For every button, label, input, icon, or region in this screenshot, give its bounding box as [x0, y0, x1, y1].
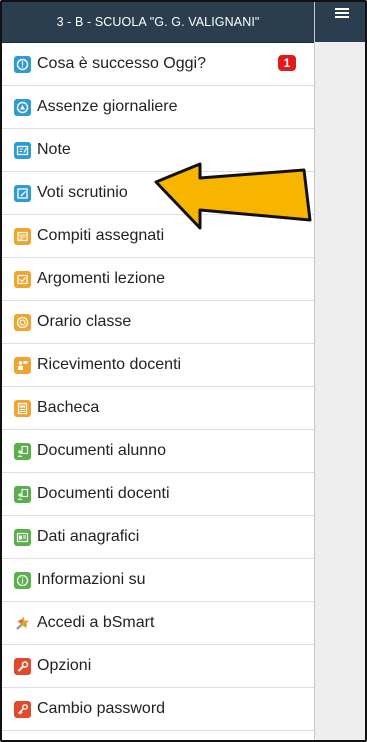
menu-item-cambio-password[interactable]: Cambio password [2, 688, 314, 731]
class-school-title: 3 - B - SCUOLA "G. G. VALIGNANI" [2, 2, 314, 43]
alert-icon [14, 55, 31, 73]
menu-list: Cosa è successo Oggi? 1 Assenze giornali… [2, 43, 314, 731]
menu-item-label: Cambio password [37, 700, 166, 717]
hamburger-menu-icon[interactable] [335, 8, 349, 18]
menu-item-label: Ricevimento docenti [37, 356, 182, 373]
key-icon [14, 700, 31, 718]
menu-item-accedi-a-bsmart[interactable]: Accedi a bSmart [2, 602, 314, 645]
menu-item-orario-classe[interactable]: Orario classe [2, 301, 314, 344]
menu-item-label: Documenti alunno [37, 442, 166, 459]
menu-item-label: Accedi a bSmart [37, 614, 155, 631]
sidebar-menu: 3 - B - SCUOLA "G. G. VALIGNANI" Cosa è … [2, 2, 315, 740]
note-icon [14, 141, 31, 159]
menu-item-label: Orario classe [37, 313, 132, 330]
menu-item-label: Bacheca [37, 399, 100, 416]
menu-item-opzioni[interactable]: Opzioni [2, 645, 314, 688]
app-frame: 3 - B - SCUOLA "G. G. VALIGNANI" Cosa è … [0, 0, 367, 742]
content-area [315, 2, 365, 740]
grades-icon [14, 184, 31, 202]
menu-item-assenze-giornaliere[interactable]: Assenze giornaliere [2, 86, 314, 129]
menu-item-label: Dati anagrafici [37, 528, 140, 545]
menu-item-label: Opzioni [37, 657, 92, 674]
noticeboard-icon [14, 399, 31, 417]
student-documents-icon [14, 442, 31, 460]
lesson-topics-icon [14, 270, 31, 288]
menu-item-documenti-docenti[interactable]: Documenti docenti [2, 473, 314, 516]
menu-item-label: Voti scrutinio [37, 184, 128, 201]
meeting-icon [14, 356, 31, 374]
menu-item-bacheca[interactable]: Bacheca [2, 387, 314, 430]
top-bar [315, 2, 365, 42]
homework-icon [14, 227, 31, 245]
menu-item-argomenti-lezione[interactable]: Argomenti lezione [2, 258, 314, 301]
personal-data-icon [14, 528, 31, 546]
menu-item-label: Informazioni su [37, 571, 146, 588]
menu-item-dati-anagrafici[interactable]: Dati anagrafici [2, 516, 314, 559]
menu-item-label: Documenti docenti [37, 485, 170, 502]
menu-item-label: Compiti assegnati [37, 227, 165, 244]
wrench-icon [14, 657, 31, 675]
timetable-icon [14, 313, 31, 331]
absence-icon [14, 98, 31, 116]
menu-item-label: Cosa è successo Oggi? [37, 55, 206, 72]
menu-item-ricevimento-docenti[interactable]: Ricevimento docenti [2, 344, 314, 387]
info-icon [14, 571, 31, 589]
notification-badge: 1 [278, 55, 296, 71]
pointer-arrow-icon [154, 162, 312, 230]
bsmart-icon [14, 615, 31, 632]
menu-item-informazioni-su[interactable]: Informazioni su [2, 559, 314, 602]
menu-item-documenti-alunno[interactable]: Documenti alunno [2, 430, 314, 473]
menu-item-label: Argomenti lezione [37, 270, 166, 287]
teacher-documents-icon [14, 485, 31, 503]
menu-item-label: Assenze giornaliere [37, 98, 178, 115]
menu-item-label: Note [37, 141, 71, 158]
menu-item-cosa-e-successo-oggi[interactable]: Cosa è successo Oggi? 1 [2, 43, 314, 86]
